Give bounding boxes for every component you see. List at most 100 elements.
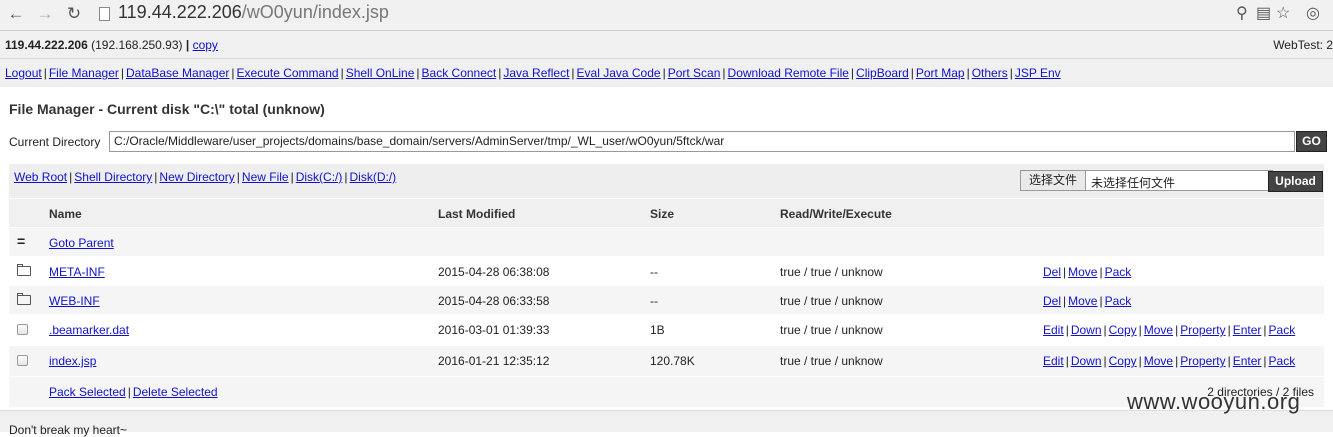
file-name-link[interactable]: META-INF (49, 265, 105, 279)
upload-button[interactable]: Upload (1268, 171, 1323, 192)
watermark: www.wooyun.org (1127, 389, 1301, 414)
link-shell-directory[interactable]: Shell Directory (74, 170, 152, 184)
pack-link[interactable]: Pack (1105, 294, 1132, 308)
file-table: Name Last Modified Size Read/Write/Execu… (9, 199, 1324, 407)
table-row: index.jsp 2016-01-21 12:35:12 120.78K tr… (9, 346, 1324, 377)
address-bar[interactable]: 119.44.222.206/wO0yun/index.jsp (118, 2, 389, 23)
link-new-directory[interactable]: New Directory (159, 170, 234, 184)
rwx-cell: true / true / unknow (780, 294, 883, 308)
menu-clipboard[interactable]: ClipBoard (856, 66, 909, 80)
bulk-actions: Pack Selected | Delete Selected (49, 385, 218, 399)
table-row: .beamarker.dat 2016-03-01 01:39:33 1B tr… (9, 315, 1324, 346)
quick-links: Web Root | Shell Directory | New Directory | N… (14, 170, 397, 184)
copy-link[interactable]: Copy (1109, 323, 1137, 337)
move-link[interactable]: Move (1068, 265, 1097, 279)
size-cell: -- (650, 294, 658, 308)
menu-jsp-env[interactable]: JSP Env (1015, 66, 1061, 80)
down-link[interactable]: Down (1071, 323, 1102, 337)
rwx-cell: true / true / unknow (780, 354, 883, 368)
table-header: Name Last Modified Size Read/Write/Execu… (9, 199, 1324, 228)
forward-arrow-icon[interactable]: → (35, 4, 55, 24)
host-bar: 119.44.222.206 (192.168.250.93) | copy W… (0, 31, 1333, 59)
file-manager-panel: File Manager - Current disk "C:\" total … (0, 88, 1333, 410)
menu-bar: Logout | File Manager | DataBase Manager | Exe… (0, 59, 1333, 87)
edit-link[interactable]: Edit (1043, 323, 1064, 337)
down-link[interactable]: Down (1071, 354, 1102, 368)
menu-shell-online[interactable]: Shell OnLine (346, 66, 415, 80)
parent-icon: = (17, 233, 26, 249)
file-name-link[interactable]: index.jsp (49, 354, 96, 368)
goto-parent-link[interactable]: Goto Parent (49, 236, 114, 250)
property-link[interactable]: Property (1180, 354, 1225, 368)
menu-execute-command[interactable]: Execute Command (237, 66, 339, 80)
file-chooser[interactable]: 选择文件 未选择任何文件 (1020, 170, 1273, 191)
parent-row: = Goto Parent (9, 228, 1324, 257)
menu-java-reflect[interactable]: Java Reflect (503, 66, 569, 80)
copy-link[interactable]: copy (193, 38, 218, 52)
modified-cell: 2016-01-21 12:35:12 (438, 354, 550, 368)
modified-cell: 2015-04-28 06:33:58 (438, 294, 550, 308)
move-link[interactable]: Move (1144, 354, 1173, 368)
page-title: File Manager - Current disk "C:\" total … (9, 101, 325, 117)
back-arrow-icon[interactable]: ← (6, 4, 26, 24)
file-checkbox[interactable] (17, 355, 33, 369)
table-row: WEB-INF 2015-04-28 06:33:58 -- true / tr… (9, 286, 1324, 315)
del-link[interactable]: Del (1043, 265, 1061, 279)
browser-toolbar: ← → ↻ 119.44.222.206/wO0yun/index.jsp ⚲ … (0, 0, 1333, 31)
size-cell: -- (650, 265, 658, 279)
enter-link[interactable]: Enter (1233, 323, 1262, 337)
property-link[interactable]: Property (1180, 323, 1225, 337)
pack-link[interactable]: Pack (1269, 354, 1296, 368)
pack-link[interactable]: Pack (1105, 265, 1132, 279)
del-link[interactable]: Del (1043, 294, 1061, 308)
reload-icon[interactable]: ↻ (64, 4, 84, 24)
menu-links: Logout | File Manager | DataBase Manager | Exe… (5, 66, 1061, 80)
file-checkbox[interactable] (17, 324, 33, 338)
menu-logout[interactable]: Logout (5, 66, 42, 80)
host-ip: (192.168.250.93) (91, 38, 183, 52)
edit-link[interactable]: Edit (1043, 354, 1064, 368)
url-host: 119.44.222.206 (118, 2, 242, 22)
link-new-file[interactable]: New File (242, 170, 289, 184)
copy-link[interactable]: Copy (1109, 354, 1137, 368)
go-button[interactable]: GO (1296, 131, 1327, 152)
directory-label: Current Directory (9, 135, 101, 149)
size-cell: 120.78K (650, 354, 695, 368)
pack-selected-link[interactable]: Pack Selected (49, 385, 126, 399)
menu-port-scan[interactable]: Port Scan (668, 66, 721, 80)
menu-port-map[interactable]: Port Map (916, 66, 965, 80)
rwx-cell: true / true / unknow (780, 265, 883, 279)
file-name-link[interactable]: .beamarker.dat (49, 323, 129, 337)
host-info: 119.44.222.206 (192.168.250.93) | copy (5, 38, 218, 52)
file-name-link[interactable]: WEB-INF (49, 294, 100, 308)
rwx-cell: true / true / unknow (780, 323, 883, 337)
star-icon[interactable]: ☆ (1276, 4, 1290, 24)
menu-file-manager[interactable]: File Manager (49, 66, 119, 80)
translate-icon[interactable]: ▤ (1256, 4, 1271, 24)
menu-database-manager[interactable]: DataBase Manager (126, 66, 229, 80)
move-link[interactable]: Move (1144, 323, 1173, 337)
col-modified: Last Modified (438, 207, 516, 221)
link-web-root[interactable]: Web Root (14, 170, 67, 184)
table-row: META-INF 2015-04-28 06:38:08 -- true / t… (9, 257, 1324, 286)
link-disk-c[interactable]: Disk(C:/) (296, 170, 343, 184)
webtest-label: WebTest: 2 (1273, 38, 1333, 52)
move-link[interactable]: Move (1068, 294, 1097, 308)
row-actions: Del | Move | Pack (1043, 294, 1132, 308)
no-file-text: 未选择任何文件 (1091, 176, 1176, 190)
delete-selected-link[interactable]: Delete Selected (133, 385, 218, 399)
enter-link[interactable]: Enter (1233, 354, 1262, 368)
choose-file-button[interactable]: 选择文件 (1021, 171, 1086, 190)
menu-others[interactable]: Others (972, 66, 1008, 80)
link-disk-d[interactable]: Disk(D:/) (350, 170, 397, 184)
menu-download-remote-file[interactable]: Download Remote File (728, 66, 849, 80)
globe-icon[interactable]: ◎ (1306, 4, 1320, 24)
key-icon[interactable]: ⚲ (1236, 4, 1248, 24)
page-icon (99, 7, 110, 21)
menu-eval-java-code[interactable]: Eval Java Code (577, 66, 661, 80)
size-cell: 1B (650, 323, 665, 337)
row-actions: Del | Move | Pack (1043, 265, 1132, 279)
pack-link[interactable]: Pack (1269, 323, 1296, 337)
directory-input[interactable]: C:/Oracle/Middleware/user_projects/domai… (109, 131, 1295, 152)
menu-back-connect[interactable]: Back Connect (422, 66, 497, 80)
